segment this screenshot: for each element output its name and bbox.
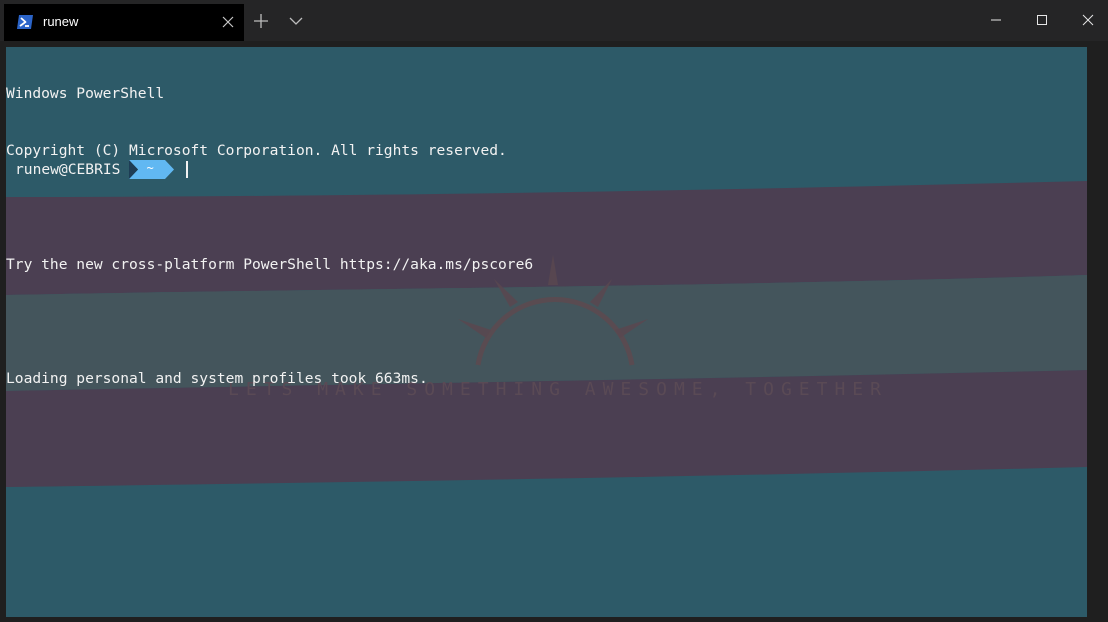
new-tab-icon[interactable] [251,11,271,31]
output-line: Try the new cross-platform PowerShell ht… [6,256,534,273]
powershell-icon [16,14,34,30]
tab-close-icon[interactable] [219,13,237,31]
maximize-icon [1037,15,1047,25]
prompt-path: ~ [146,161,154,175]
output-line: Loading personal and system profiles too… [6,370,428,387]
terminal-pane[interactable]: LETS MAKE SOMETHING AWESOME, TOGETHER Wi… [0,41,1108,622]
shell-prompt: runew@CEBRIS ~ [6,160,175,179]
terminal-window: runew LETS MAKE SOMETHING AWESOME, TOGET… [0,0,1108,622]
minimize-icon [991,19,1001,21]
chevron-down-icon[interactable] [286,12,306,30]
minimize-button[interactable] [973,0,1019,40]
terminal-output: Windows PowerShell Copyright (C) Microso… [6,46,533,426]
prompt-path-segment: ~ [129,160,175,179]
title-bar[interactable]: runew [0,0,1108,41]
close-button[interactable] [1065,0,1108,40]
maximize-button[interactable] [1019,0,1065,40]
output-line: Windows PowerShell [6,85,165,102]
prompt-user-host: runew@CEBRIS [15,161,121,178]
close-icon [1082,14,1094,26]
text-cursor [186,161,188,178]
tab-runew[interactable]: runew [4,4,244,41]
tab-title: runew [43,14,79,29]
output-line: Copyright (C) Microsoft Corporation. All… [6,142,507,159]
